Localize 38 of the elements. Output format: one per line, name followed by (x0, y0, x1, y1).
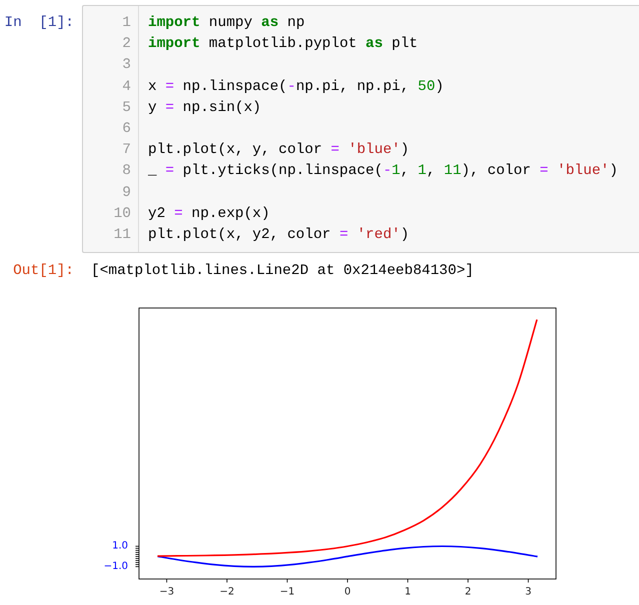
code-line: import numpy as np (148, 14, 305, 33)
line-number: 6 (122, 120, 131, 139)
x-tick-mark (407, 578, 408, 584)
x-tick-mark (226, 578, 228, 584)
output-text: [<matplotlib.lines.Line2D at 0x214eeb84130>] (91, 262, 474, 282)
line-number: 9 (122, 184, 131, 202)
code-line: plt.plot(x, y2, color = 'red') (148, 226, 410, 245)
y-tick-label: 1.0 (112, 541, 128, 552)
output-prompt: Out[1]: (13, 262, 74, 282)
code-line: _ = plt.yticks(np.linspace(-1, 1, 11), color = 'blue') (148, 162, 618, 182)
line-number: 4 (122, 78, 131, 97)
x-tick-label: 3 (525, 586, 532, 598)
line-number: 11 (114, 226, 131, 245)
line-number: 5 (122, 98, 131, 118)
code-line: y = np.sin(x) (148, 98, 262, 118)
x-tick-label: 2 (464, 586, 472, 598)
x-tick-label: −3 (159, 586, 174, 598)
y-tick-label: −1.0 (104, 561, 128, 572)
x-tick-mark (528, 578, 529, 584)
input-prompt: In [1]: (4, 14, 74, 33)
code-line: y2 = np.exp(x) (148, 204, 270, 224)
x-tick-label: −1 (280, 586, 295, 598)
line-number: 8 (122, 162, 131, 182)
line-number: 7 (122, 141, 131, 160)
x-tick-label: 0 (344, 586, 351, 598)
line-number: 3 (122, 56, 131, 76)
x-tick-mark (286, 578, 288, 584)
line-number: 2 (122, 35, 131, 54)
code-line: plt.plot(x, y, color = 'blue') (148, 141, 410, 160)
x-tick-mark (166, 578, 168, 584)
x-tick-label: −2 (220, 586, 234, 598)
line-number: 1 (122, 14, 131, 33)
code-line: x = np.linspace(-np.pi, np.pi, 50) (148, 78, 444, 97)
line-number: 10 (114, 204, 131, 224)
x-tick-mark (347, 578, 348, 584)
code-line: import matplotlib.pyplot as plt (148, 35, 418, 54)
code-cell[interactable] (82, 5, 639, 254)
x-tick-label: 1 (404, 586, 411, 598)
